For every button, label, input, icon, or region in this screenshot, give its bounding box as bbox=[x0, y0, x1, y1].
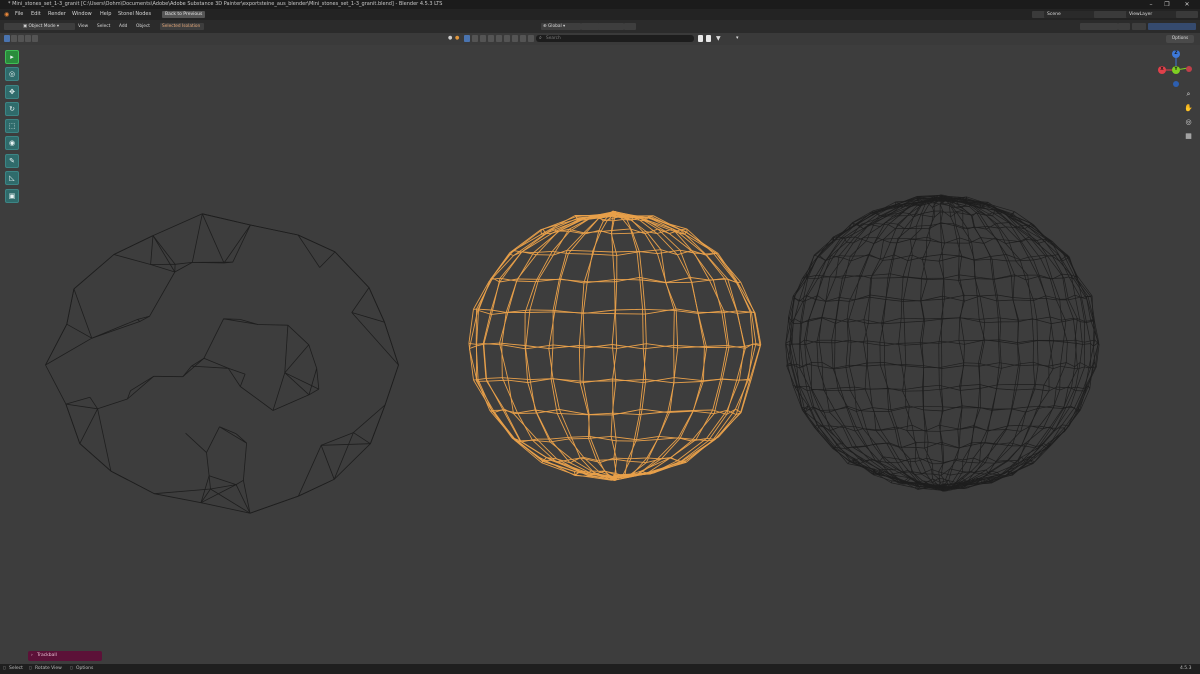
mouse-left-icon: ▯ bbox=[3, 666, 6, 671]
gizmo-neg-z[interactable] bbox=[1173, 81, 1179, 87]
gizmo-y-axis[interactable]: Y bbox=[1172, 66, 1180, 74]
gizmo-x-axis[interactable]: X bbox=[1158, 66, 1166, 74]
status-bar: ▯ Select ▯ Rotate View ▯ Options 4.5.3 bbox=[0, 664, 1200, 674]
version-label: 4.5.3 bbox=[1180, 666, 1192, 671]
mouse-right-icon: ▯ bbox=[70, 666, 73, 671]
stone-left-wireframe bbox=[45, 213, 399, 514]
status-rotate-view: Rotate View bbox=[35, 666, 62, 671]
mouse-middle-icon: ▯ bbox=[29, 666, 32, 671]
stone-right-wireframe bbox=[785, 194, 1100, 492]
navigation-gizmo[interactable]: Z X Y bbox=[1154, 48, 1198, 92]
status-select: Select bbox=[9, 666, 23, 671]
operator-label: Trackball bbox=[37, 653, 57, 658]
camera-icon[interactable]: ◎ bbox=[1183, 117, 1194, 128]
chevron-right-icon: › bbox=[31, 653, 33, 658]
viewport-canvas[interactable] bbox=[0, 0, 1200, 674]
gizmo-z-axis[interactable]: Z bbox=[1172, 50, 1180, 58]
operator-panel[interactable]: › Trackball bbox=[28, 651, 102, 661]
stone-middle-wireframe-selected bbox=[468, 210, 762, 482]
pan-hand-icon[interactable]: ✋ bbox=[1183, 103, 1194, 114]
gizmo-neg-x[interactable] bbox=[1186, 66, 1192, 72]
status-options: Options bbox=[76, 666, 94, 671]
zoom-icon[interactable]: ⌕ bbox=[1183, 89, 1194, 100]
grid-icon[interactable]: ▦ bbox=[1183, 131, 1194, 142]
